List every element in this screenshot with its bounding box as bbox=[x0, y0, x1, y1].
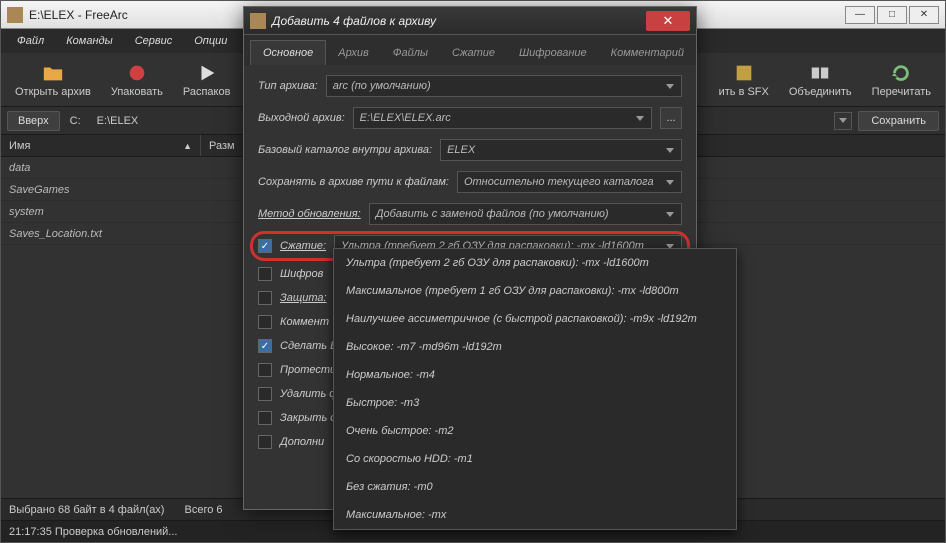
menu-commands[interactable]: Команды bbox=[56, 31, 123, 51]
maximize-button[interactable]: □ bbox=[877, 6, 907, 24]
extra-label: Дополни bbox=[280, 436, 324, 448]
tab-files[interactable]: Файлы bbox=[381, 41, 440, 65]
update-status: 21:17:35 Проверка обновлений... bbox=[9, 526, 177, 538]
close-button[interactable]: ✕ bbox=[909, 6, 939, 24]
total-status: Всего 6 bbox=[184, 504, 222, 516]
comment-checkbox[interactable] bbox=[258, 315, 272, 329]
menu-options[interactable]: Опции bbox=[184, 31, 237, 51]
dropdown-option[interactable]: Максимальное: -mx bbox=[334, 501, 736, 529]
record-icon bbox=[126, 62, 148, 84]
dialog-titlebar[interactable]: Добавить 4 файлов к архиву ✕ bbox=[244, 7, 696, 35]
delete-label: Удалить ф bbox=[280, 388, 339, 400]
update-select[interactable]: Добавить с заменой файлов (по умолчанию) bbox=[369, 203, 682, 225]
reload-icon bbox=[890, 62, 912, 84]
open-archive-button[interactable]: Открыть архив bbox=[7, 58, 99, 102]
dialog-title-text: Добавить 4 файлов к архиву bbox=[272, 14, 436, 28]
menu-file[interactable]: Файл bbox=[7, 31, 54, 51]
protect-label[interactable]: Защита: bbox=[280, 292, 327, 304]
test-label: Протести bbox=[280, 364, 336, 376]
play-icon bbox=[196, 62, 218, 84]
base-label: Базовый каталог внутри архива: bbox=[258, 144, 432, 156]
exe-label: Сделать E bbox=[280, 340, 337, 352]
compression-dropdown: Ультра (требует 2 гб ОЗУ для распаковки)… bbox=[333, 248, 737, 530]
type-label: Тип архива: bbox=[258, 80, 318, 92]
col-name[interactable]: Имя ▲ bbox=[1, 135, 201, 156]
sort-asc-icon: ▲ bbox=[183, 141, 192, 151]
save-path-button[interactable]: Сохранить bbox=[858, 111, 939, 131]
output-label: Выходной архив: bbox=[258, 112, 345, 124]
sfx-button[interactable]: ить в SFX bbox=[711, 58, 777, 102]
pack-button[interactable]: Упаковать bbox=[103, 58, 171, 102]
test-checkbox[interactable] bbox=[258, 363, 272, 377]
menu-service[interactable]: Сервис bbox=[125, 31, 183, 51]
col-size[interactable]: Разм bbox=[201, 135, 244, 156]
unpack-button[interactable]: Распаков bbox=[175, 58, 239, 102]
dropdown-option[interactable]: Со скоростью HDD: -m1 bbox=[334, 445, 736, 473]
dropdown-option[interactable]: Максимальное (требует 1 гб ОЗУ для распа… bbox=[334, 277, 736, 305]
app-icon bbox=[7, 7, 23, 23]
merge-icon bbox=[809, 62, 831, 84]
tab-encryption[interactable]: Шифрование bbox=[507, 41, 599, 65]
sfx-icon bbox=[733, 62, 755, 84]
merge-button[interactable]: Объединить bbox=[781, 58, 860, 102]
folder-icon bbox=[42, 62, 64, 84]
protect-checkbox[interactable] bbox=[258, 291, 272, 305]
path-dropdown[interactable] bbox=[834, 112, 852, 130]
dropdown-option[interactable]: Быстрое: -m3 bbox=[334, 389, 736, 417]
base-select[interactable]: ELEX bbox=[440, 139, 682, 161]
dropdown-option[interactable]: Очень быстрое: -m2 bbox=[334, 417, 736, 445]
encrypt-checkbox[interactable] bbox=[258, 267, 272, 281]
close-checkbox[interactable] bbox=[258, 411, 272, 425]
dialog-icon bbox=[250, 13, 266, 29]
tab-archive[interactable]: Архив bbox=[326, 41, 380, 65]
minimize-button[interactable]: — bbox=[845, 6, 875, 24]
dialog-close-button[interactable]: ✕ bbox=[646, 11, 690, 31]
selection-status: Выбрано 68 байт в 4 файл(ах) bbox=[9, 504, 164, 516]
savepath-select[interactable]: Относительно текущего каталога bbox=[457, 171, 682, 193]
savepath-label: Сохранять в архиве пути к файлам: bbox=[258, 176, 449, 188]
encrypt-label: Шифров bbox=[280, 268, 323, 280]
up-button[interactable]: Вверх bbox=[7, 111, 60, 131]
main-title-text: E:\ELEX - FreeArc bbox=[29, 8, 128, 22]
dropdown-option[interactable]: Наилучшее ассиметричное (с быстрой распа… bbox=[334, 305, 736, 333]
tab-compression[interactable]: Сжатие bbox=[440, 41, 507, 65]
close-label: Закрыть с bbox=[280, 412, 336, 424]
dialog-tabs: Основное Архив Файлы Сжатие Шифрование К… bbox=[244, 35, 696, 65]
tab-main[interactable]: Основное bbox=[250, 40, 326, 65]
type-select[interactable]: arc (по умолчанию) bbox=[326, 75, 682, 97]
output-select[interactable]: E:\ELEX\ELEX.arc bbox=[353, 107, 652, 129]
dropdown-option[interactable]: Высокое: -m7 -md96m -ld192m bbox=[334, 333, 736, 361]
delete-checkbox[interactable] bbox=[258, 387, 272, 401]
comment-label: Коммент bbox=[280, 316, 329, 328]
drive-crumb[interactable]: C: bbox=[66, 115, 85, 127]
compression-label[interactable]: Сжатие: bbox=[280, 240, 326, 252]
extra-checkbox[interactable] bbox=[258, 435, 272, 449]
dropdown-option[interactable]: Ультра (требует 2 гб ОЗУ для распаковки)… bbox=[334, 249, 736, 277]
update-label[interactable]: Метод обновления: bbox=[258, 208, 361, 220]
browse-button[interactable]: ... bbox=[660, 107, 682, 129]
reload-button[interactable]: Перечитать bbox=[864, 58, 939, 102]
compression-checkbox[interactable] bbox=[258, 239, 272, 253]
dropdown-option[interactable]: Без сжатия: -m0 bbox=[334, 473, 736, 501]
dropdown-option[interactable]: Нормальное: -m4 bbox=[334, 361, 736, 389]
exe-checkbox[interactable] bbox=[258, 339, 272, 353]
tab-comment[interactable]: Комментарий bbox=[599, 41, 696, 65]
